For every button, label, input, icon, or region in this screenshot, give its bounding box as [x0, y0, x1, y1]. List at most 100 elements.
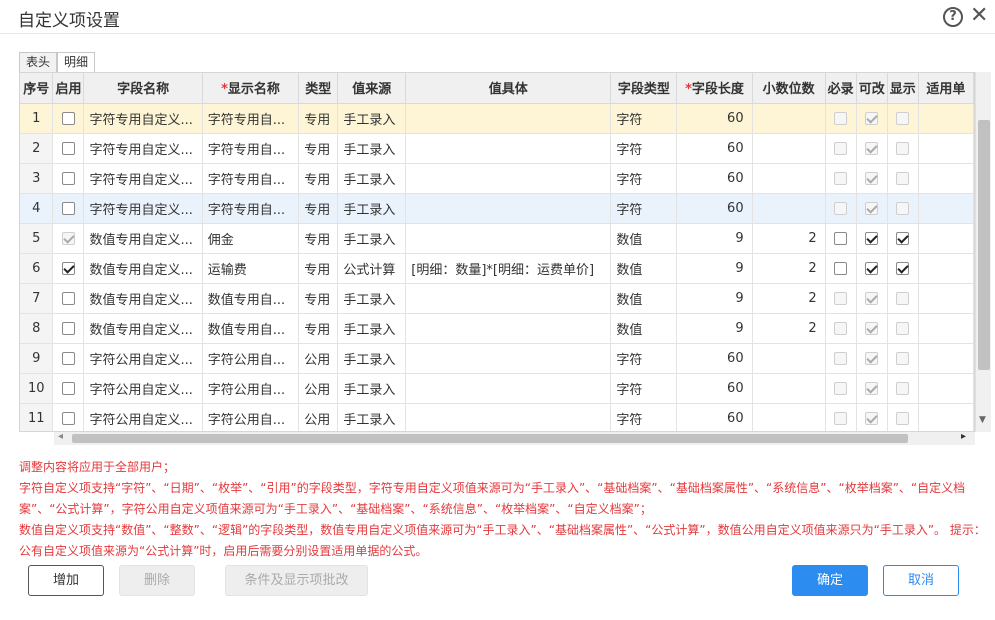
- display-name-cell[interactable]: 字符专用自...: [202, 103, 300, 134]
- applicable-cell[interactable]: [918, 133, 974, 164]
- type-cell[interactable]: 专用: [298, 103, 339, 134]
- field-type-cell[interactable]: 数值: [610, 313, 678, 344]
- type-cell[interactable]: 专用: [298, 193, 339, 224]
- source-cell[interactable]: 手工录入: [337, 373, 407, 404]
- required-checkbox[interactable]: [834, 231, 848, 245]
- type-cell[interactable]: 专用: [298, 313, 339, 344]
- enabled-checkbox[interactable]: [61, 171, 75, 185]
- applicable-cell[interactable]: [918, 223, 974, 254]
- display-name-cell[interactable]: 字符专用自...: [202, 133, 300, 164]
- field-name-cell[interactable]: 数值专用自定义...: [83, 313, 203, 344]
- source-cell[interactable]: 手工录入: [337, 133, 407, 164]
- table-row[interactable]: 7 数值专用自定义... 数值专用自... 专用 手工录入 数值 9 2: [20, 283, 974, 314]
- length-cell[interactable]: 9: [676, 253, 753, 284]
- source-cell[interactable]: 手工录入: [337, 193, 407, 224]
- value-detail-cell[interactable]: [405, 373, 612, 404]
- decimals-cell[interactable]: [752, 403, 826, 431]
- applicable-cell[interactable]: [918, 403, 974, 431]
- display-name-cell[interactable]: 数值专用自...: [202, 313, 300, 344]
- editable-checkbox[interactable]: [865, 261, 879, 275]
- table-row[interactable]: 6 数值专用自定义... 运输费 专用 公式计算 [明细：数量]*[明细：运费单价] 数值 9…: [20, 253, 974, 284]
- applicable-cell[interactable]: [918, 343, 974, 374]
- table-row[interactable]: 8 数值专用自定义... 数值专用自... 专用 手工录入 数值 9 2: [20, 313, 974, 344]
- display-name-cell[interactable]: 字符公用自...: [202, 343, 300, 374]
- applicable-cell[interactable]: [918, 373, 974, 404]
- field-name-cell[interactable]: 数值专用自定义...: [83, 283, 203, 314]
- scroll-down-arrow-icon[interactable]: ▼: [979, 415, 986, 425]
- editable-checkbox[interactable]: [865, 231, 879, 245]
- decimals-cell[interactable]: 2: [752, 283, 826, 314]
- field-name-cell[interactable]: 字符专用自定义...: [83, 133, 203, 164]
- enabled-checkbox[interactable]: [61, 291, 75, 305]
- field-type-cell[interactable]: 数值: [610, 223, 678, 254]
- vertical-scrollbar[interactable]: ▼: [975, 72, 991, 432]
- value-detail-cell[interactable]: [405, 193, 612, 224]
- source-cell[interactable]: 手工录入: [337, 223, 407, 254]
- type-cell[interactable]: 公用: [298, 373, 339, 404]
- applicable-cell[interactable]: [918, 283, 974, 314]
- horizontal-scroll-thumb[interactable]: [72, 434, 908, 443]
- source-cell[interactable]: 手工录入: [337, 403, 407, 431]
- enabled-checkbox[interactable]: [61, 411, 75, 425]
- help-icon[interactable]: ?: [943, 7, 963, 27]
- value-detail-cell[interactable]: [405, 403, 612, 431]
- field-name-cell[interactable]: 字符专用自定义...: [83, 103, 203, 134]
- decimals-cell[interactable]: [752, 103, 826, 134]
- value-detail-cell[interactable]: [405, 103, 612, 134]
- display-name-cell[interactable]: 字符专用自...: [202, 163, 300, 194]
- decimals-cell[interactable]: 2: [752, 313, 826, 344]
- value-detail-cell[interactable]: [405, 343, 612, 374]
- table-row[interactable]: 10 字符公用自定义... 字符公用自... 公用 手工录入 字符 60: [20, 373, 974, 404]
- enabled-checkbox[interactable]: [61, 261, 75, 275]
- field-type-cell[interactable]: 字符: [610, 163, 678, 194]
- source-cell[interactable]: 手工录入: [337, 343, 407, 374]
- field-name-cell[interactable]: 字符专用自定义...: [83, 163, 203, 194]
- length-cell[interactable]: 9: [676, 313, 753, 344]
- decimals-cell[interactable]: [752, 163, 826, 194]
- display-name-cell[interactable]: 字符公用自...: [202, 373, 300, 404]
- delete-button[interactable]: 删除: [119, 565, 195, 596]
- type-cell[interactable]: 专用: [298, 163, 339, 194]
- enabled-checkbox[interactable]: [61, 111, 75, 125]
- field-type-cell[interactable]: 字符: [610, 193, 678, 224]
- field-type-cell[interactable]: 字符: [610, 373, 678, 404]
- field-name-cell[interactable]: 字符公用自定义...: [83, 403, 203, 431]
- add-button[interactable]: 增加: [28, 565, 104, 596]
- display-name-cell[interactable]: 运输费: [202, 253, 300, 284]
- decimals-cell[interactable]: [752, 373, 826, 404]
- display-name-cell[interactable]: 佣金: [202, 223, 300, 254]
- scroll-left-arrow-icon[interactable]: ◂: [58, 431, 63, 442]
- length-cell[interactable]: 60: [676, 403, 753, 431]
- length-cell[interactable]: 9: [676, 223, 753, 254]
- type-cell[interactable]: 专用: [298, 133, 339, 164]
- length-cell[interactable]: 9: [676, 283, 753, 314]
- value-detail-cell[interactable]: [405, 133, 612, 164]
- applicable-cell[interactable]: [918, 313, 974, 344]
- enabled-checkbox[interactable]: [61, 321, 75, 335]
- visible-checkbox[interactable]: [896, 231, 910, 245]
- enabled-checkbox[interactable]: [61, 201, 75, 215]
- table-row[interactable]: 11 字符公用自定义... 字符公用自... 公用 手工录入 字符 60: [20, 403, 974, 431]
- ok-button[interactable]: 确定: [792, 565, 868, 596]
- type-cell[interactable]: 公用: [298, 343, 339, 374]
- vertical-scroll-thumb[interactable]: [978, 120, 990, 370]
- display-name-cell[interactable]: 字符公用自...: [202, 403, 300, 431]
- applicable-cell[interactable]: [918, 253, 974, 284]
- value-detail-cell[interactable]: [405, 313, 612, 344]
- value-detail-cell[interactable]: [明细：数量]*[明细：运费单价]: [405, 253, 612, 284]
- length-cell[interactable]: 60: [676, 133, 753, 164]
- table-row[interactable]: 5 数值专用自定义... 佣金 专用 手工录入 数值 9 2: [20, 223, 974, 254]
- field-name-cell[interactable]: 字符专用自定义...: [83, 193, 203, 224]
- length-cell[interactable]: 60: [676, 103, 753, 134]
- field-type-cell[interactable]: 字符: [610, 103, 678, 134]
- batch-edit-conditions-button[interactable]: 条件及显示项批改: [225, 565, 368, 596]
- field-name-cell[interactable]: 数值专用自定义...: [83, 253, 203, 284]
- scroll-right-arrow-icon[interactable]: ▸: [961, 431, 966, 442]
- field-name-cell[interactable]: 字符公用自定义...: [83, 373, 203, 404]
- applicable-cell[interactable]: [918, 193, 974, 224]
- tab-detail[interactable]: 明细: [57, 52, 96, 73]
- decimals-cell[interactable]: [752, 193, 826, 224]
- table-row[interactable]: 1 字符专用自定义... 字符专用自... 专用 手工录入 字符 60: [20, 103, 974, 134]
- field-type-cell[interactable]: 数值: [610, 253, 678, 284]
- length-cell[interactable]: 60: [676, 163, 753, 194]
